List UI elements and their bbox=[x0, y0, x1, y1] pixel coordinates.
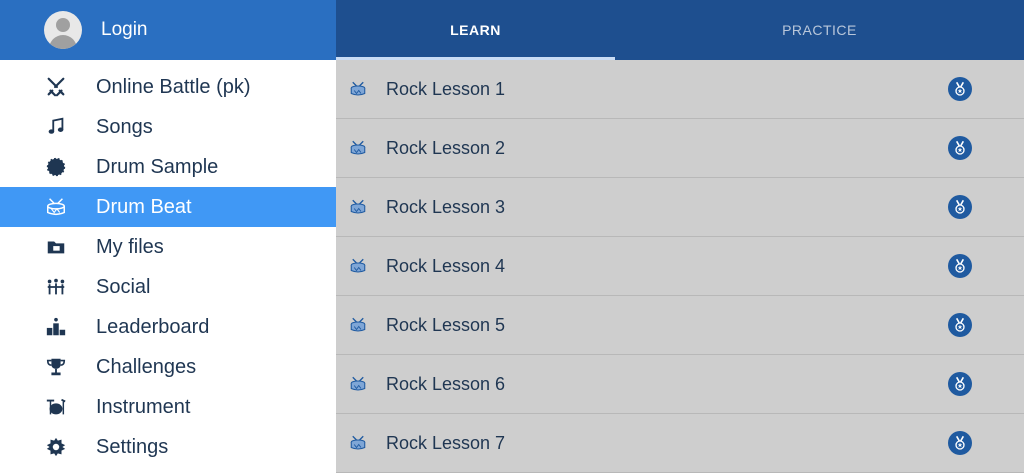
medal-icon[interactable] bbox=[948, 431, 972, 455]
medal-icon[interactable] bbox=[948, 372, 972, 396]
tab-indicator bbox=[336, 57, 615, 60]
lesson-row[interactable]: Rock Lesson 3 bbox=[336, 178, 1024, 237]
podium-icon bbox=[44, 315, 68, 339]
sidebar-item-label: Social bbox=[96, 275, 151, 298]
drum-icon bbox=[349, 375, 367, 393]
sidebar-item-label: Instrument bbox=[96, 395, 191, 418]
lesson-label: Rock Lesson 1 bbox=[386, 78, 506, 99]
avatar[interactable] bbox=[44, 11, 82, 49]
medal-icon[interactable] bbox=[948, 195, 972, 219]
lesson-label: Rock Lesson 6 bbox=[386, 373, 506, 394]
medal-icon[interactable] bbox=[948, 136, 972, 160]
sidebar-item-challenges[interactable]: Challenges bbox=[0, 347, 336, 387]
music-note-icon bbox=[44, 115, 68, 139]
drum-icon bbox=[349, 257, 367, 275]
sidebar-item-leaderboard[interactable]: Leaderboard bbox=[0, 307, 336, 347]
lesson-label: Rock Lesson 3 bbox=[386, 196, 506, 217]
social-icon bbox=[44, 275, 68, 299]
tab-practice[interactable]: PRACTICE bbox=[615, 0, 1024, 60]
sidebar: Login Online Battle (pk) Songs Drum Sample… bbox=[0, 0, 336, 473]
trophy-icon bbox=[44, 355, 68, 379]
drum-icon bbox=[349, 198, 367, 216]
drum-icon bbox=[44, 195, 68, 219]
sidebar-item-label: Leaderboard bbox=[96, 315, 210, 338]
sidebar-item-label: Songs bbox=[96, 115, 153, 138]
drum-kit-icon bbox=[44, 395, 68, 419]
lesson-row[interactable]: Rock Lesson 7 bbox=[336, 414, 1024, 473]
sidebar-item-my-files[interactable]: My files bbox=[0, 227, 336, 267]
tab-learn[interactable]: LEARN bbox=[336, 0, 615, 60]
medal-icon[interactable] bbox=[948, 313, 972, 337]
gear-icon bbox=[44, 435, 68, 459]
main-panel: LEARN PRACTICE Rock Lesson 1 Rock Lesson 2… bbox=[336, 0, 1024, 473]
sidebar-item-label: Drum Beat bbox=[96, 195, 192, 218]
tab-bar: LEARN PRACTICE bbox=[336, 0, 1024, 60]
sidebar-item-songs[interactable]: Songs bbox=[0, 107, 336, 147]
sidebar-item-label: My files bbox=[96, 235, 164, 258]
lesson-row[interactable]: Rock Lesson 6 bbox=[336, 355, 1024, 414]
drum-icon bbox=[349, 316, 367, 334]
sidebar-item-drum-beat[interactable]: Drum Beat bbox=[0, 187, 336, 227]
sidebar-item-label: Challenges bbox=[96, 355, 197, 378]
drum-icon bbox=[349, 139, 367, 157]
cymbal-icon bbox=[44, 155, 68, 179]
lesson-label: Rock Lesson 5 bbox=[386, 314, 506, 335]
lesson-row[interactable]: Rock Lesson 5 bbox=[336, 296, 1024, 355]
sidebar-item-drum-sample[interactable]: Drum Sample bbox=[0, 147, 336, 187]
lesson-list: Rock Lesson 1 Rock Lesson 2 Rock Lesson 3 R… bbox=[336, 60, 1024, 473]
sidebar-nav: Online Battle (pk) Songs Drum Sample Drum B… bbox=[0, 60, 336, 467]
login-label[interactable]: Login bbox=[101, 19, 148, 41]
sidebar-item-label: Settings bbox=[96, 435, 169, 458]
lesson-label: Rock Lesson 7 bbox=[386, 432, 506, 453]
lesson-row[interactable]: Rock Lesson 1 bbox=[336, 60, 1024, 119]
sidebar-item-label: Drum Sample bbox=[96, 155, 219, 178]
lesson-row[interactable]: Rock Lesson 4 bbox=[336, 237, 1024, 296]
folder-icon bbox=[44, 235, 68, 259]
sidebar-item-settings[interactable]: Settings bbox=[0, 427, 336, 467]
sidebar-item-label: Online Battle (pk) bbox=[96, 75, 251, 98]
medal-icon[interactable] bbox=[948, 77, 972, 101]
drum-icon bbox=[349, 80, 367, 98]
sidebar-item-social[interactable]: Social bbox=[0, 267, 336, 307]
sidebar-item-instrument[interactable]: Instrument bbox=[0, 387, 336, 427]
sidebar-header[interactable]: Login bbox=[0, 0, 336, 60]
lesson-label: Rock Lesson 4 bbox=[386, 255, 506, 276]
lesson-label: Rock Lesson 2 bbox=[386, 137, 506, 158]
sidebar-item-online-battle-pk[interactable]: Online Battle (pk) bbox=[0, 67, 336, 107]
medal-icon[interactable] bbox=[948, 254, 972, 278]
swords-icon bbox=[44, 75, 68, 99]
drum-icon bbox=[349, 434, 367, 452]
lesson-row[interactable]: Rock Lesson 2 bbox=[336, 119, 1024, 178]
